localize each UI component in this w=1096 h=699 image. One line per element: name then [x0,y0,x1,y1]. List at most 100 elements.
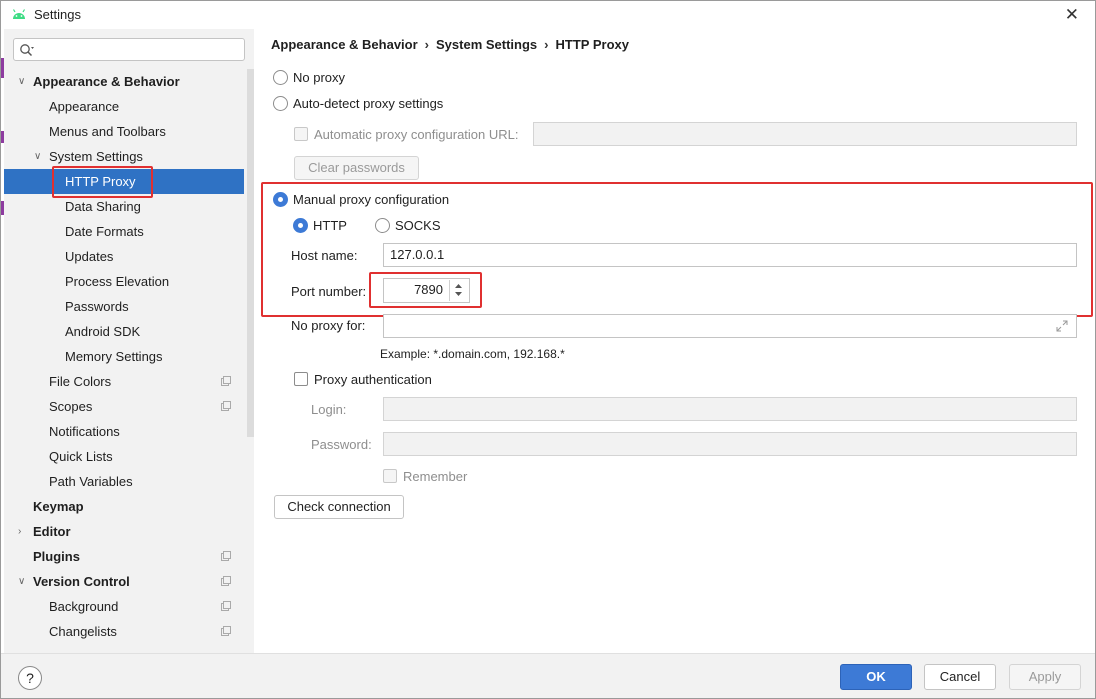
remember-checkbox[interactable] [383,469,397,483]
settings-tree: ∨ Appearance & Behavior Appearance Menus an… [4,69,244,644]
manual-proxy-label[interactable]: Manual proxy configuration [293,192,449,207]
sidebar-item-menus-and-toolbars[interactable]: Menus and Toolbars [4,119,244,144]
socks-radio[interactable] [375,218,390,233]
sidebar-item-label: Background [49,599,119,614]
sidebar-item-label: Changelists [49,624,117,639]
spinner-arrows-icon[interactable] [449,280,468,301]
project-scope-icon [221,376,231,386]
sidebar-item-process-elevation[interactable]: Process Elevation [4,269,244,294]
search-input[interactable] [38,41,238,58]
sidebar-item-label: Android SDK [65,324,141,339]
sidebar-item-editor[interactable]: › Editor [4,519,244,544]
sidebar-item-data-sharing[interactable]: Data Sharing [4,194,244,219]
sidebar-scrollbar[interactable] [247,69,254,437]
chevron-right-icon[interactable]: › [18,519,28,544]
project-scope-icon [221,551,231,561]
no-proxy-for-field[interactable] [383,314,1077,338]
sidebar-item-date-formats[interactable]: Date Formats [4,219,244,244]
sidebar-item-label: Quick Lists [49,449,113,464]
sidebar-item-http-proxy[interactable]: HTTP Proxy [4,166,244,198]
sidebar-item-version-control[interactable]: ∨ Version Control [4,569,244,594]
project-scope-icon [221,626,231,636]
help-icon[interactable]: ? [18,666,42,690]
manual-proxy-radio[interactable] [273,192,288,207]
sidebar-item-label: Path Variables [49,474,133,489]
host-name-label: Host name: [291,248,358,263]
sidebar-item-label: Memory Settings [65,349,163,364]
no-proxy-for-label: No proxy for: [291,318,366,333]
auto-url-field[interactable] [533,122,1077,146]
auto-url-label: Automatic proxy configuration URL: [314,127,519,142]
settings-dialog: Settings ✕ ∨ Appearance & Behavior Appeara… [0,0,1096,699]
sidebar-item-appearance[interactable]: Appearance [4,94,244,119]
check-connection-button[interactable]: Check connection [274,495,404,519]
password-field[interactable] [383,432,1077,456]
sidebar-item-notifications[interactable]: Notifications [4,419,244,444]
sidebar-item-label: Date Formats [65,224,144,239]
ok-button[interactable]: OK [840,664,912,690]
cancel-button[interactable]: Cancel [924,664,996,690]
login-label: Login: [311,402,347,417]
settings-content: Appearance & Behavior › System Settings › HT… [256,29,1094,653]
host-name-field[interactable]: 127.0.0.1 [383,243,1077,267]
chevron-down-icon[interactable]: ∨ [18,69,28,94]
no-proxy-label[interactable]: No proxy [293,70,345,85]
sidebar-item-android-sdk[interactable]: Android SDK [4,319,244,344]
sidebar-item-label: Plugins [33,549,80,564]
sidebar-item-passwords[interactable]: Passwords [4,294,244,319]
auto-detect-label[interactable]: Auto-detect proxy settings [293,96,443,111]
chevron-down-icon[interactable]: ∨ [34,144,44,169]
chevron-down-icon[interactable]: ∨ [18,569,28,594]
sidebar-item-appearance-behavior[interactable]: ∨ Appearance & Behavior [4,69,244,94]
sidebar-item-label: Editor [33,524,71,539]
project-scope-icon [221,601,231,611]
remember-label: Remember [403,469,468,484]
breadcrumb-separator: › [544,37,549,52]
port-number-label: Port number: [291,284,367,299]
search-icon [20,44,34,57]
sidebar-item-memory-settings[interactable]: Memory Settings [4,344,244,369]
password-label: Password: [311,437,372,452]
breadcrumb-item: HTTP Proxy [555,37,629,52]
no-proxy-radio[interactable] [273,70,288,85]
breadcrumb-separator: › [424,37,430,52]
sidebar-item-label: Passwords [65,299,129,314]
sidebar-item-background[interactable]: Background [4,594,244,619]
expand-icon[interactable] [1056,320,1068,332]
auto-detect-radio[interactable] [273,96,288,111]
sidebar-item-label: Scopes [49,399,93,414]
port-spinner[interactable] [449,280,468,301]
close-icon[interactable]: ✕ [1065,5,1079,25]
sidebar-item-label: Appearance & Behavior [33,74,180,89]
sidebar-item-updates[interactable]: Updates [4,244,244,269]
sidebar-item-quick-lists[interactable]: Quick Lists [4,444,244,469]
sidebar-item-label: Menus and Toolbars [49,124,166,139]
sidebar-item-path-variables[interactable]: Path Variables [4,469,244,494]
apply-button[interactable]: Apply [1009,664,1081,690]
sidebar-item-label: File Colors [49,374,112,389]
sidebar-item-plugins[interactable]: Plugins [4,544,244,569]
dialog-footer: ? OK Cancel Apply [1,653,1095,698]
clear-passwords-button[interactable]: Clear passwords [294,156,419,180]
auto-url-checkbox[interactable] [294,127,308,141]
login-field[interactable] [383,397,1077,421]
android-icon [12,9,26,19]
breadcrumb: Appearance & Behavior › System Settings › HT… [271,37,629,52]
search-field[interactable] [13,38,245,61]
window-title: Settings [34,7,81,22]
sidebar-item-label: Version Control [33,574,130,589]
title-bar: Settings ✕ [1,1,1095,29]
proxy-auth-label[interactable]: Proxy authentication [314,372,432,387]
socks-label[interactable]: SOCKS [395,218,441,233]
sidebar-item-changelists[interactable]: Changelists [4,619,244,644]
breadcrumb-item: Appearance & Behavior [271,37,418,52]
http-radio[interactable] [293,218,308,233]
settings-sidebar: ∨ Appearance & Behavior Appearance Menus an… [4,29,254,653]
sidebar-item-label: Process Elevation [65,274,170,289]
sidebar-item-file-colors[interactable]: File Colors [4,369,244,394]
http-label[interactable]: HTTP [313,218,347,233]
sidebar-item-label: Data Sharing [65,199,141,214]
sidebar-item-scopes[interactable]: Scopes [4,394,244,419]
proxy-auth-checkbox[interactable] [294,372,308,386]
sidebar-item-keymap[interactable]: Keymap [4,494,244,519]
